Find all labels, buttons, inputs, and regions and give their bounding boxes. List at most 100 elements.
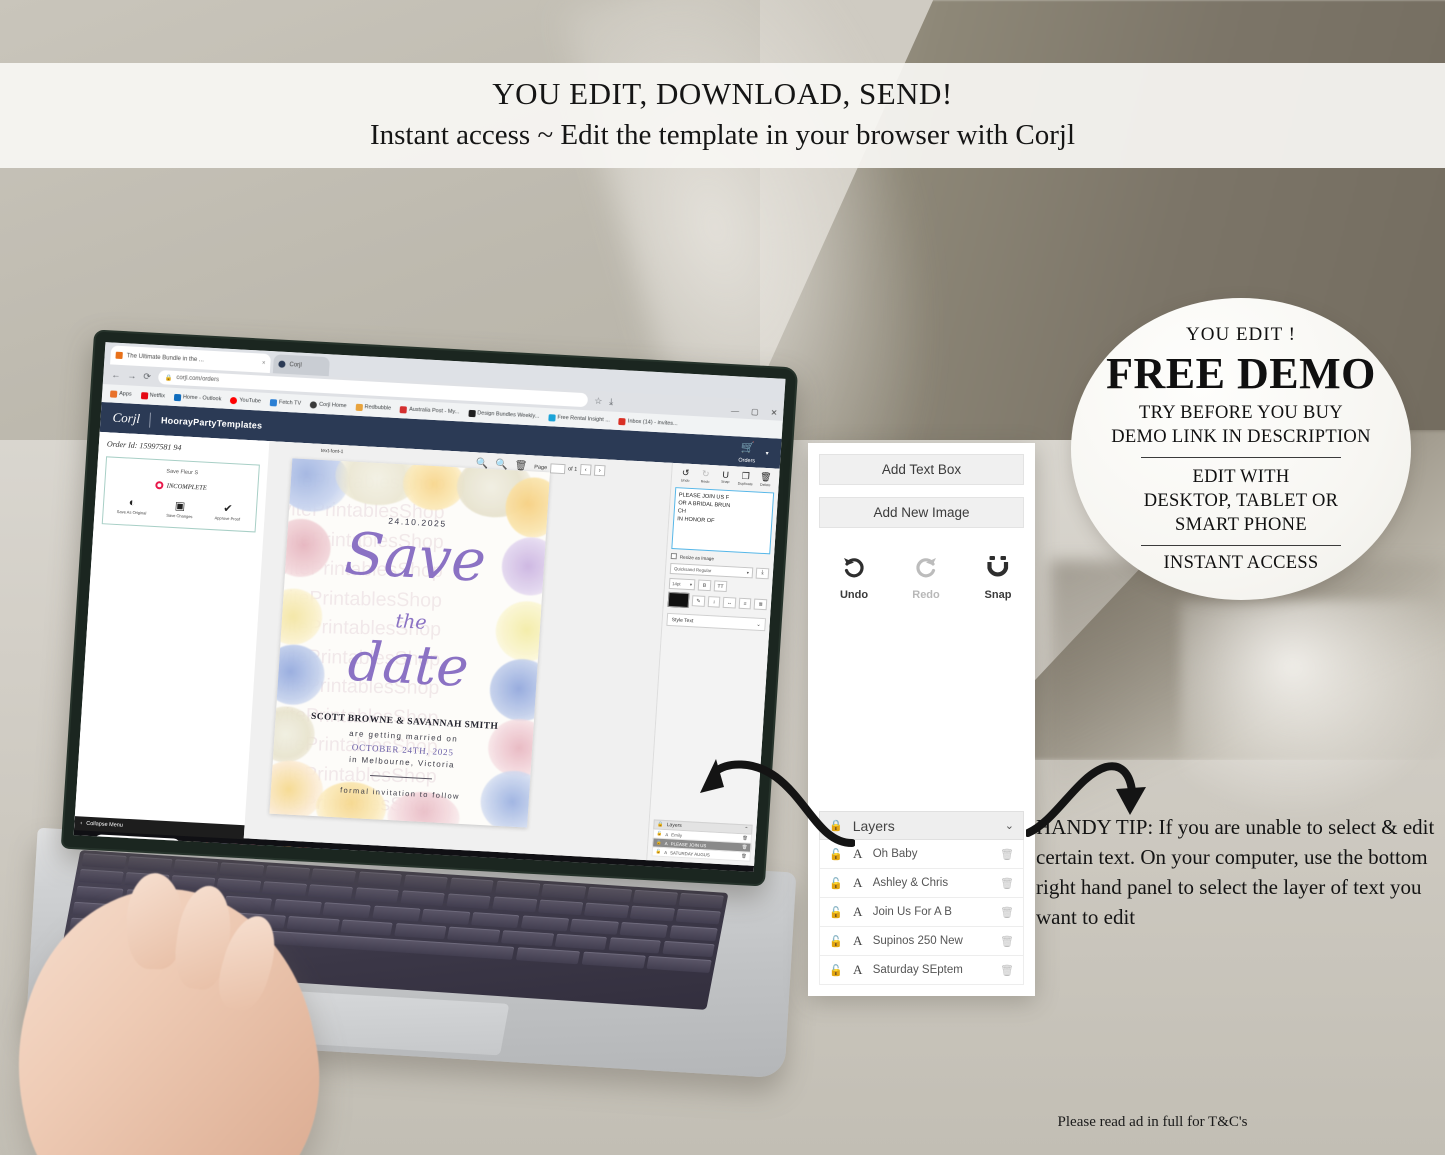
page-input[interactable]: [549, 462, 566, 474]
star-bookmark-icon[interactable]: ☆: [594, 395, 603, 406]
order-card[interactable]: Save Fleur S INCOMPLETE ◐ Save As Origin…: [101, 456, 260, 533]
unlock-icon[interactable]: 🔓: [829, 906, 843, 919]
lock-icon[interactable]: 🔓: [657, 831, 663, 837]
resize-as-image-checkbox[interactable]: Resize as Image: [670, 552, 770, 564]
line-height-button[interactable]: ↕: [707, 596, 721, 608]
edit-tool-row: ↺ Undo ↻ Redo U Snap ❐ Duplicate 🗑 Delete: [676, 467, 776, 487]
bookmark-item[interactable]: Inbox (14) - invites...: [618, 417, 678, 427]
badge-devices-2: SMART PHONE: [1175, 515, 1307, 536]
reload-icon[interactable]: ⟳: [143, 371, 151, 382]
font-size-select[interactable]: 14pt ▾: [668, 577, 696, 591]
bookmark-item[interactable]: Australia Post - My...: [399, 405, 460, 416]
zoom-in-icon[interactable]: 🔍: [475, 458, 488, 470]
bold-button[interactable]: B: [697, 579, 712, 592]
chevron-down-icon: ▾: [689, 581, 693, 587]
bookmark-item[interactable]: Corjl Home: [309, 400, 347, 410]
close-window-icon[interactable]: ✕: [770, 408, 777, 417]
next-page-button[interactable]: ›: [593, 464, 606, 477]
page-of: of 1: [567, 465, 578, 473]
snap-button[interactable]: Snap: [975, 554, 1021, 601]
lock-icon[interactable]: 🔓: [656, 840, 662, 846]
taskbar-app-icon[interactable]: [280, 845, 293, 858]
undo-button[interactable]: Undo: [831, 554, 877, 601]
trash-icon[interactable]: 🗑: [1000, 906, 1014, 919]
windows-start-icon[interactable]: [77, 834, 90, 847]
orders-button[interactable]: 🛒 Orders: [738, 440, 756, 464]
unlock-icon[interactable]: 🔓: [829, 964, 843, 977]
text-color-swatch[interactable]: [667, 591, 690, 609]
taskbar-app-icon[interactable]: [328, 848, 341, 860]
add-new-image-button[interactable]: Add New Image: [819, 497, 1024, 528]
taskbar-app-icon[interactable]: [312, 847, 325, 860]
layer-row[interactable]: 🔓 A Ashley & Chris 🗑: [819, 869, 1024, 898]
zoom-out-icon[interactable]: 🔍: [495, 459, 508, 471]
duplicate-icon: ❐: [741, 470, 751, 482]
taskbar-app-icon[interactable]: [200, 841, 213, 854]
taskbar-app-icon[interactable]: [264, 844, 277, 857]
close-icon[interactable]: ×: [262, 360, 266, 366]
badge-divider-top: [1141, 456, 1341, 458]
chevron-up-icon[interactable]: ⌃: [695, 871, 699, 872]
snap-button[interactable]: U Snap: [716, 469, 736, 485]
taskbar-app-icon[interactable]: [296, 846, 309, 859]
corjl-logo[interactable]: Corjl: [112, 410, 140, 427]
bookmark-item[interactable]: Netflix: [140, 391, 165, 400]
bookmark-label: YouTube: [239, 397, 262, 405]
unlock-icon[interactable]: 🔓: [829, 877, 843, 890]
taskbar-app-icon[interactable]: [248, 844, 261, 856]
align-left-button[interactable]: ≡: [738, 597, 752, 610]
bookmark-item[interactable]: Fetch TV: [269, 398, 302, 408]
taskbar-app-icon[interactable]: [232, 843, 245, 855]
taskbar-search[interactable]: ○ Type here to search: [93, 834, 181, 853]
download-icon[interactable]: ⤓: [609, 396, 614, 407]
layer-row[interactable]: 🔓 A Saturday SEptem 🗑: [819, 956, 1024, 985]
taskbar-clock[interactable]: 3:25 PM 6/10/2019: [730, 871, 748, 872]
undo-button[interactable]: ↺ Undo: [676, 467, 696, 483]
font-family-select[interactable]: Quicksand Regular ▾: [669, 562, 754, 579]
browser-tab-corjl[interactable]: Corjl: [272, 354, 330, 377]
trash-icon[interactable]: 🗑: [1000, 848, 1014, 861]
back-icon[interactable]: ←: [111, 369, 121, 379]
forward-icon[interactable]: →: [127, 370, 137, 380]
taskbar-app-icon[interactable]: [216, 842, 229, 854]
save-original-button[interactable]: ◐ Save As Original: [108, 496, 155, 518]
divider: [149, 412, 152, 428]
layer-name: Oh Baby: [872, 848, 918, 860]
maximize-icon[interactable]: ▢: [751, 407, 759, 416]
taskbar-app-icon[interactable]: [344, 849, 357, 861]
add-text-box-button[interactable]: Add Text Box: [819, 454, 1024, 485]
unlock-icon[interactable]: 🔓: [829, 935, 843, 948]
invitation-card[interactable]: InvitePrintablesShop InvitePrintablesShop…: [269, 458, 551, 828]
taskbar-app-icon[interactable]: [184, 840, 197, 853]
chevron-down-icon[interactable]: ▾: [765, 449, 768, 456]
delete-button[interactable]: 🗑 Delete: [756, 472, 776, 488]
trash-icon[interactable]: 🗑: [514, 460, 527, 472]
prev-page-button[interactable]: ‹: [579, 463, 592, 476]
trash-icon[interactable]: 🗑: [1000, 964, 1014, 977]
font-download-button[interactable]: ⤓: [755, 567, 770, 580]
letter-spacing-button[interactable]: ↔: [722, 596, 737, 609]
lock-icon[interactable]: 🔓: [656, 849, 662, 855]
approve-proof-button[interactable]: ✔ Approve Proof: [204, 501, 251, 523]
redo-button[interactable]: ↻ Redo: [696, 468, 716, 484]
eyedropper-icon[interactable]: ✎: [691, 595, 706, 607]
align-center-button[interactable]: ≣: [754, 598, 768, 611]
style-text-accordion[interactable]: Style Text ⌄: [666, 612, 767, 632]
text-content-input[interactable]: PLEASE JOIN US F OR A BRIDAL BRUN CH IN …: [671, 487, 775, 555]
bookmark-item[interactable]: Design Bundles Weekly...: [468, 409, 540, 420]
redo-button[interactable]: Redo: [903, 554, 949, 601]
trash-icon[interactable]: 🗑: [1000, 935, 1014, 948]
layer-row[interactable]: 🔓 A Supinos 250 New 🗑: [819, 927, 1024, 956]
bookmark-item[interactable]: YouTube: [230, 396, 261, 405]
duplicate-button[interactable]: ❐ Duplicate: [736, 470, 756, 487]
chevron-down-icon[interactable]: ⌄: [1005, 819, 1014, 832]
trash-icon[interactable]: 🗑: [1000, 877, 1014, 890]
bookmark-item[interactable]: Redbubble: [355, 403, 391, 412]
text-transform-button[interactable]: TT: [713, 580, 728, 593]
save-changes-button[interactable]: ▣ Save Changes: [156, 498, 203, 520]
minimize-icon[interactable]: —: [731, 406, 740, 415]
bookmark-item[interactable]: Free Rental Insight ...: [548, 413, 610, 424]
bookmark-item[interactable]: Home - Outlook: [173, 393, 222, 403]
bookmark-item[interactable]: Apps: [109, 389, 132, 398]
layer-row[interactable]: 🔓 A Join Us For A B 🗑: [819, 898, 1024, 927]
